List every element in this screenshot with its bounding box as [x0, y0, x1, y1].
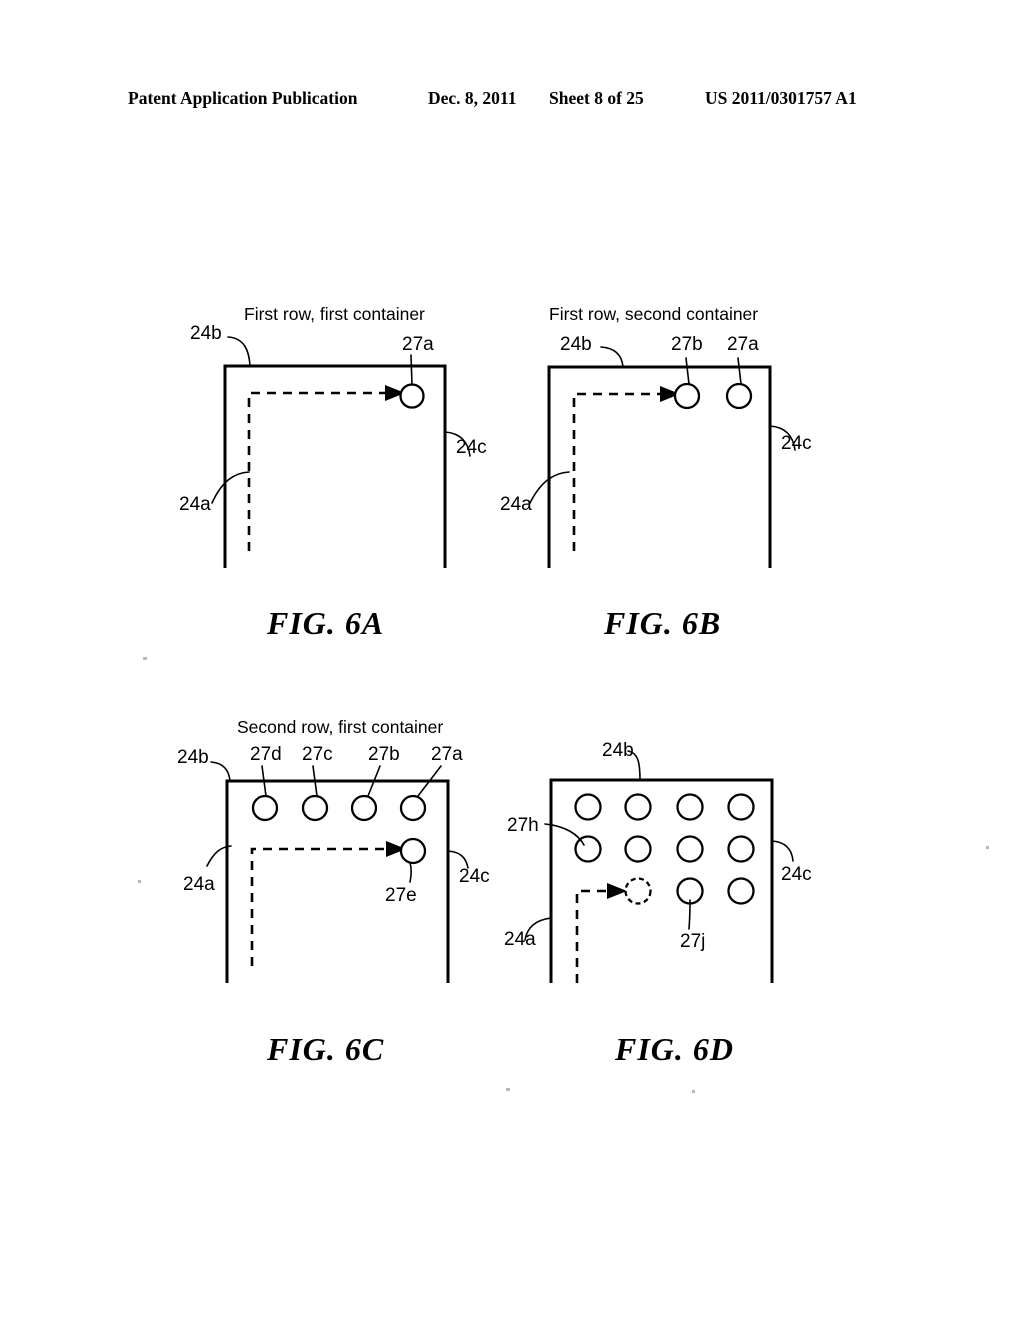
figure-6b: First row, second container 24b 27b 27a … — [500, 304, 812, 641]
fig-6b-title: First row, second container — [549, 304, 758, 324]
fig-6d-hole-r3c4 — [727, 877, 755, 905]
fig-6d-hole-r2c2 — [624, 835, 652, 863]
fig-6a-label-24a: 24a — [179, 494, 211, 515]
fig-6d-label-24b: 24b — [602, 740, 634, 761]
fig-6d-label-24c: 24c — [781, 864, 812, 885]
fig-6b-leader-27b — [685, 357, 690, 385]
fig-6c-hole-27b — [350, 794, 378, 822]
fig-6a-motion-path — [247, 391, 385, 551]
fig-6d-hole-r1c4 — [727, 793, 755, 821]
fig-6d-hole-r1c1 — [574, 793, 602, 821]
fig-6b-hole-27b — [673, 382, 701, 410]
fig-6d-label-24a: 24a — [504, 929, 536, 950]
figures-canvas: First row, first container 24b 24a 24c 2… — [138, 304, 989, 1093]
fig-6c-leader-24b — [210, 761, 231, 782]
fig-6d-leader-24c — [771, 840, 794, 862]
fig-6c-title: Second row, first container — [237, 717, 443, 737]
fig-6c-label-24b: 24b — [177, 747, 209, 768]
fig-6c-caption: FIG. 6C — [266, 1031, 384, 1067]
fig-6c-label-27a: 27a — [431, 744, 463, 765]
figure-6c: Second row, first container 24b 27d 27c … — [177, 717, 490, 1067]
fig-6d-hole-r2c4 — [727, 835, 755, 863]
fig-6c-label-27c: 27c — [302, 744, 333, 765]
fig-6c-hole-27c — [301, 794, 329, 822]
fig-6d-label-27h: 27h — [507, 815, 539, 836]
fig-6c-label-27b: 27b — [368, 744, 400, 765]
fig-6c-label-24a: 24a — [183, 874, 215, 895]
fig-6b-leader-27a — [737, 357, 742, 385]
fig-6d-arrowhead-icon — [607, 883, 627, 899]
fig-6c-hole-27d — [251, 794, 279, 822]
fig-6b-label-27b: 27b — [671, 334, 703, 355]
fig-6a-title: First row, first container — [244, 304, 425, 324]
fig-6a-leader-24b — [227, 336, 251, 367]
patent-drawing-sheet: Patent Application Publication Dec. 8, 2… — [0, 0, 1024, 1320]
fig-6a-label-27a: 27a — [402, 334, 434, 355]
fig-6c-label-24c: 24c — [459, 866, 490, 887]
fig-6c-hole-27e — [399, 837, 427, 865]
fig-6d-hole-r1c2 — [624, 793, 652, 821]
fig-6a-hole-27a — [399, 383, 425, 409]
fig-6c-leader-27e — [409, 862, 412, 883]
fig-6a-caption: FIG. 6A — [266, 605, 384, 641]
fig-6a-leader-27a-inner — [211, 471, 250, 504]
fig-6b-leader-24b — [600, 346, 624, 368]
fig-6c-label-27e: 27e — [385, 885, 417, 906]
fig-6c-label-27d: 27d — [250, 744, 282, 765]
fig-6b-label-27a: 27a — [727, 334, 759, 355]
fig-6b-label-24b: 24b — [560, 334, 592, 355]
fig-6d-hole-r1c3 — [676, 793, 704, 821]
fig-6b-label-24a: 24a — [500, 494, 532, 515]
figure-6d: 24b 27h 24a 24c 27j FIG. 6D — [504, 740, 812, 1067]
fig-6d-motion-path — [575, 889, 607, 983]
fig-6d-hole-r2c3 — [676, 835, 704, 863]
fig-6b-caption: FIG. 6B — [603, 605, 721, 641]
fig-6d-hole-27h — [574, 835, 602, 863]
figure-6a: First row, first container 24b 24a 24c 2… — [179, 304, 487, 641]
fig-6a-label-24c: 24c — [456, 437, 487, 458]
fig-6c-hole-27a — [399, 794, 427, 822]
fig-6d-label-27j: 27j — [680, 931, 705, 952]
fig-6a-leader-27a — [410, 354, 413, 386]
fig-6b-label-24c: 24c — [781, 433, 812, 454]
fig-6d-hole-target-dashed — [624, 877, 652, 905]
fig-6a-label-24b: 24b — [190, 323, 222, 344]
fig-6c-motion-path — [250, 847, 386, 966]
fig-6b-motion-path — [572, 392, 660, 551]
fig-6b-hole-27a — [725, 382, 753, 410]
fig-6d-caption: FIG. 6D — [614, 1031, 734, 1067]
